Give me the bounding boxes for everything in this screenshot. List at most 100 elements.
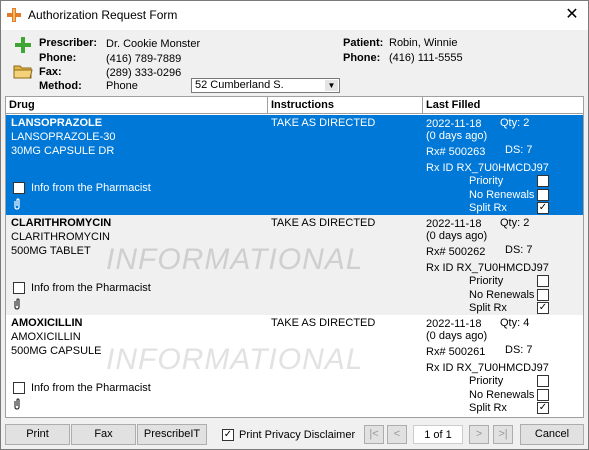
priority-checkbox[interactable] (537, 375, 549, 387)
priority-label: Priority (469, 275, 504, 287)
column-header-instructions[interactable]: Instructions (268, 97, 423, 113)
column-header-drug[interactable]: Drug (6, 97, 268, 113)
patient-label: Patient: (343, 37, 384, 49)
drug-generic: LANSOPRAZOLE-30 (11, 131, 116, 143)
title-bar: Authorization Request Form ✕ (1, 1, 588, 30)
rx-id: Rx ID RX_7U0HMCDJ97 (426, 362, 549, 374)
priority-label: Priority (469, 375, 504, 387)
rx-number: Rx# 500261 (426, 346, 486, 358)
patient-phone-value: (416) 111-5555 (389, 52, 463, 64)
page-indicator: 1 of 1 (413, 425, 463, 444)
rx-id: Rx ID RX_7U0HMCDJ97 (426, 262, 549, 274)
authorization-request-window: Authorization Request Form ✕ Prescriber:… (0, 0, 589, 450)
last-page-button[interactable]: >| (493, 425, 513, 444)
drug-name: CLARITHROMYCIN (11, 217, 112, 229)
split-rx-label: Split Rx (469, 302, 507, 314)
priority-checkbox[interactable] (537, 175, 549, 187)
cancel-button[interactable]: Cancel (520, 424, 584, 445)
method-label: Method: (39, 80, 82, 92)
attachment-icon[interactable] (13, 398, 21, 410)
split-rx-checkbox[interactable]: ✓ (537, 302, 549, 314)
privacy-disclaimer-checkbox[interactable]: ✓ (222, 429, 234, 441)
prev-page-icon: < (393, 428, 401, 440)
informational-watermark: INFORMATIONAL (106, 243, 364, 276)
table-row[interactable]: INFORMATIONAL CLARITHROMYCIN CLARITHROMYCI… (6, 215, 583, 315)
prescriber-phone-value: (416) 789-7889 (106, 53, 182, 65)
attachment-icon[interactable] (13, 198, 21, 210)
instructions: TAKE AS DIRECTED (271, 117, 376, 129)
priority-checkbox[interactable] (537, 275, 549, 287)
prescriber-label: Prescriber: (39, 37, 98, 49)
patient-phone-label: Phone: (343, 52, 381, 64)
add-plus-icon[interactable] (15, 37, 31, 53)
first-page-button[interactable]: |< (364, 425, 384, 444)
days-supply: DS: 7 (505, 344, 533, 356)
grid-header: Drug Instructions Last Filled (6, 97, 583, 114)
days-ago: (0 days ago) (426, 330, 488, 342)
fill-date: 2022-11-18 (426, 218, 482, 230)
location-select[interactable]: 52 Cumberland S. ▼ (191, 78, 340, 93)
info-from-pharmacist-checkbox[interactable] (13, 382, 25, 394)
table-row[interactable]: INFORMATIONAL AMOXICILLIN AMOXICILLIN 500MG… (6, 315, 583, 415)
drug-form: 30MG CAPSULE DR (11, 145, 115, 157)
informational-watermark: INFORMATIONAL (106, 343, 364, 376)
request-header-panel: Prescriber: Dr. Cookie Monster Phone: (4… (5, 31, 584, 95)
rx-number: Rx# 500262 (426, 246, 486, 258)
privacy-disclaimer-label: Print Privacy Disclaimer (239, 429, 356, 441)
close-button[interactable]: ✕ (562, 5, 582, 25)
print-button[interactable]: Print (5, 424, 70, 445)
fax-button[interactable]: Fax (71, 424, 136, 445)
split-rx-checkbox[interactable]: ✓ (537, 402, 549, 414)
prescribeit-button[interactable]: PrescribeIT (137, 424, 207, 445)
table-row[interactable]: LANSOPRAZOLE LANSOPRAZOLE-30 30MG CAPSULE … (6, 115, 583, 215)
next-page-icon: > (475, 428, 483, 440)
prescriber-value: Dr. Cookie Monster (106, 38, 201, 50)
days-ago: (0 days ago) (426, 230, 488, 242)
drug-generic: CLARITHROMYCIN (11, 231, 111, 243)
location-select-value: 52 Cumberland S. (195, 79, 284, 91)
first-page-icon: |< (369, 428, 379, 440)
info-from-pharmacist-checkbox[interactable] (13, 182, 25, 194)
split-rx-checkbox[interactable]: ✓ (537, 202, 549, 214)
next-page-button[interactable]: > (469, 425, 489, 444)
attachment-icon[interactable] (13, 298, 21, 310)
days-supply: DS: 7 (505, 244, 533, 256)
info-from-pharmacist-label: Info from the Pharmacist (31, 282, 151, 294)
split-rx-label: Split Rx (469, 402, 507, 414)
instructions: TAKE AS DIRECTED (271, 317, 376, 329)
quantity: Qty: 4 (500, 317, 530, 329)
drug-generic: AMOXICILLIN (11, 331, 81, 343)
fax-label: Fax: (39, 66, 62, 78)
drug-name: LANSOPRAZOLE (11, 117, 103, 129)
print-button-label: Print (26, 428, 49, 440)
info-from-pharmacist-label: Info from the Pharmacist (31, 382, 151, 394)
days-supply: DS: 7 (505, 144, 533, 156)
prev-page-button[interactable]: < (387, 425, 407, 444)
chevron-down-icon[interactable]: ▼ (325, 80, 338, 91)
quantity: Qty: 2 (500, 217, 530, 229)
rx-id: Rx ID RX_7U0HMCDJ97 (426, 162, 549, 174)
info-from-pharmacist-checkbox[interactable] (13, 282, 25, 294)
app-icon (7, 8, 21, 22)
fax-value: (289) 333-0296 (106, 67, 182, 79)
footer-toolbar: Print Fax PrescribeIT ✓ Print Privacy Di… (1, 421, 588, 449)
folder-icon[interactable] (13, 63, 33, 79)
days-ago: (0 days ago) (426, 130, 488, 142)
prescriber-phone-label: Phone: (39, 52, 77, 64)
drug-form: 500MG TABLET (11, 245, 91, 257)
drug-name: AMOXICILLIN (11, 317, 83, 329)
no-renewals-label: No Renewals (469, 389, 535, 401)
prescription-grid: Drug Instructions Last Filled LANSOPRAZO… (5, 96, 584, 418)
fax-button-label: Fax (94, 428, 113, 440)
column-header-last-filled[interactable]: Last Filled (423, 97, 583, 113)
no-renewals-checkbox[interactable] (537, 389, 549, 401)
close-icon: ✕ (565, 6, 579, 23)
no-renewals-checkbox[interactable] (537, 289, 549, 301)
drug-form: 500MG CAPSULE (11, 345, 102, 357)
method-value: Phone (106, 80, 138, 92)
split-rx-label: Split Rx (469, 202, 507, 214)
prescribeit-button-label: PrescribeIT (143, 428, 201, 440)
cancel-button-label: Cancel (534, 428, 570, 440)
no-renewals-checkbox[interactable] (537, 189, 549, 201)
header-icons (11, 35, 35, 85)
